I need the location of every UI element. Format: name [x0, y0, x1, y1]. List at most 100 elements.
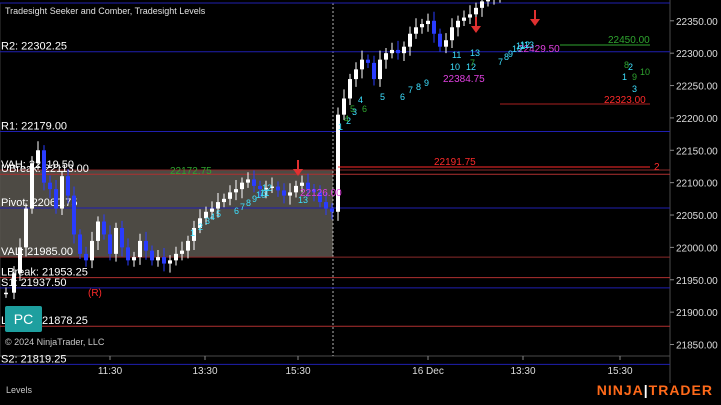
candle-body-68 [414, 27, 418, 34]
count-d-2: 3 [632, 84, 637, 94]
count-c-0: 7 [498, 57, 503, 67]
count-d-0: 1 [622, 72, 627, 82]
level-label-1: R2: 22302.25 [1, 41, 67, 53]
brand-left: NINJA [596, 382, 644, 398]
candle-body-27 [168, 260, 172, 264]
candle-body-20 [126, 247, 130, 261]
y-tick-4: 22050.00 [676, 211, 718, 222]
y-tick-8: 22250.00 [676, 82, 718, 93]
count-a-4: 5 [216, 209, 221, 219]
count-b-4: 5 [380, 92, 385, 102]
level-label-10: S2: 21819.25 [1, 353, 66, 365]
candle-body-67 [408, 33, 412, 47]
candle-body-26 [162, 257, 166, 264]
down-arrow-head-1 [471, 26, 481, 33]
indicator-header: Tradesight Seeker and Comber, Tradesight… [5, 6, 206, 16]
annotation-8: 2 [654, 162, 660, 173]
count-b-9: 10 [450, 62, 460, 72]
candle-body-3 [24, 208, 28, 248]
candle-body-72 [438, 33, 442, 47]
count-c-6: 13 [524, 40, 534, 50]
candle-body-53 [324, 202, 328, 209]
brand-right: TRADER [648, 382, 713, 398]
candle-body-18 [114, 227, 118, 254]
candle-body-37 [228, 192, 232, 199]
candle-body-80 [486, 0, 490, 2]
candle-body-9 [60, 176, 64, 209]
annotation-7: (R) [88, 288, 102, 299]
candle-body-15 [96, 221, 100, 241]
y-tick-7: 22200.00 [676, 114, 718, 125]
count-b-10: 11 [452, 50, 461, 60]
candle-body-79 [480, 1, 484, 8]
candle-body-6 [42, 150, 46, 183]
down-arrow-head-2 [530, 19, 540, 26]
chart-canvas[interactable]: R3: 22420.50R2: 22302.25R1: 22179.00VAH:… [0, 0, 721, 400]
ninjatrader-logo: NINJA|TRADER [597, 382, 713, 398]
count-a-3: 4 [210, 212, 215, 222]
candle-body-69 [420, 24, 424, 28]
candle-body-35 [216, 202, 220, 209]
candle-body-0 [4, 292, 8, 295]
candle-body-66 [402, 46, 406, 54]
candle-body-14 [90, 240, 94, 261]
candle-body-60 [366, 59, 370, 63]
count-a-0: 1 [190, 228, 195, 238]
candle-body-36 [222, 198, 226, 203]
candle-body-1 [12, 273, 16, 293]
candle-body-40 [246, 179, 250, 183]
count-b-8: 9 [424, 78, 429, 88]
annotation-5: 22450.00 [608, 35, 650, 46]
candle-body-22 [138, 240, 142, 258]
candle-body-45 [276, 186, 280, 191]
x-tick-3: 16 Dec [412, 366, 444, 377]
count-a-1: 2 [198, 222, 203, 232]
candle-body-74 [450, 27, 454, 41]
count-b-6: 7 [408, 85, 413, 95]
candle-body-57 [348, 79, 352, 99]
level-label-5: Pivot: 22060.75 [1, 197, 77, 209]
candle-body-29 [180, 250, 184, 254]
candle-body-76 [462, 17, 466, 21]
count-b-12: 13 [470, 48, 480, 58]
x-tick-5: 15:30 [607, 366, 632, 377]
count-green-3: 7 [470, 58, 475, 68]
count-green-2: 6 [362, 104, 367, 114]
candle-body-2 [18, 247, 22, 274]
candle-body-75 [456, 20, 460, 28]
count-green-4: 8 [624, 60, 629, 70]
count-a-12: 13 [298, 195, 308, 205]
levels-tab[interactable]: Levels [6, 385, 32, 395]
candle-body-21 [132, 257, 136, 261]
x-tick-0: 11:30 [98, 366, 123, 377]
level-label-6: VAL: 21985.00 [1, 246, 73, 258]
x-tick-1: 13:30 [192, 366, 217, 377]
annotation-3: 22384.75 [443, 74, 485, 85]
y-tick-0: 21850.00 [676, 341, 718, 352]
y-tick-6: 22150.00 [676, 146, 718, 157]
x-tick-4: 13:30 [510, 366, 535, 377]
candle-body-13 [84, 253, 88, 261]
candle-body-25 [156, 257, 160, 261]
y-tick-1: 21900.00 [676, 308, 718, 319]
pc-badge[interactable]: PC [5, 306, 42, 332]
y-tick-3: 22000.00 [676, 243, 718, 254]
candle-body-12 [78, 234, 82, 254]
candle-body-61 [372, 62, 376, 80]
candle-body-59 [360, 59, 364, 70]
level-label-8: S1: 21937.50 [1, 277, 66, 289]
candle-body-7 [48, 182, 52, 190]
count-green-1: 5 [350, 104, 355, 114]
chart[interactable]: R3: 22420.50R2: 22302.25R1: 22179.00VAH:… [0, 0, 721, 400]
candle-body-5 [36, 150, 40, 164]
y-tick-9: 22300.00 [676, 49, 718, 60]
candle-body-39 [240, 182, 244, 190]
count-a-6: 7 [240, 202, 245, 212]
candle-body-49 [300, 182, 304, 186]
copyright-text: © 2024 NinjaTrader, LLC [5, 337, 105, 347]
candle-body-54 [330, 208, 334, 212]
candle-body-65 [396, 49, 400, 54]
candle-body-24 [150, 250, 154, 261]
candle-body-10 [66, 176, 70, 196]
candle-body-71 [432, 20, 436, 34]
